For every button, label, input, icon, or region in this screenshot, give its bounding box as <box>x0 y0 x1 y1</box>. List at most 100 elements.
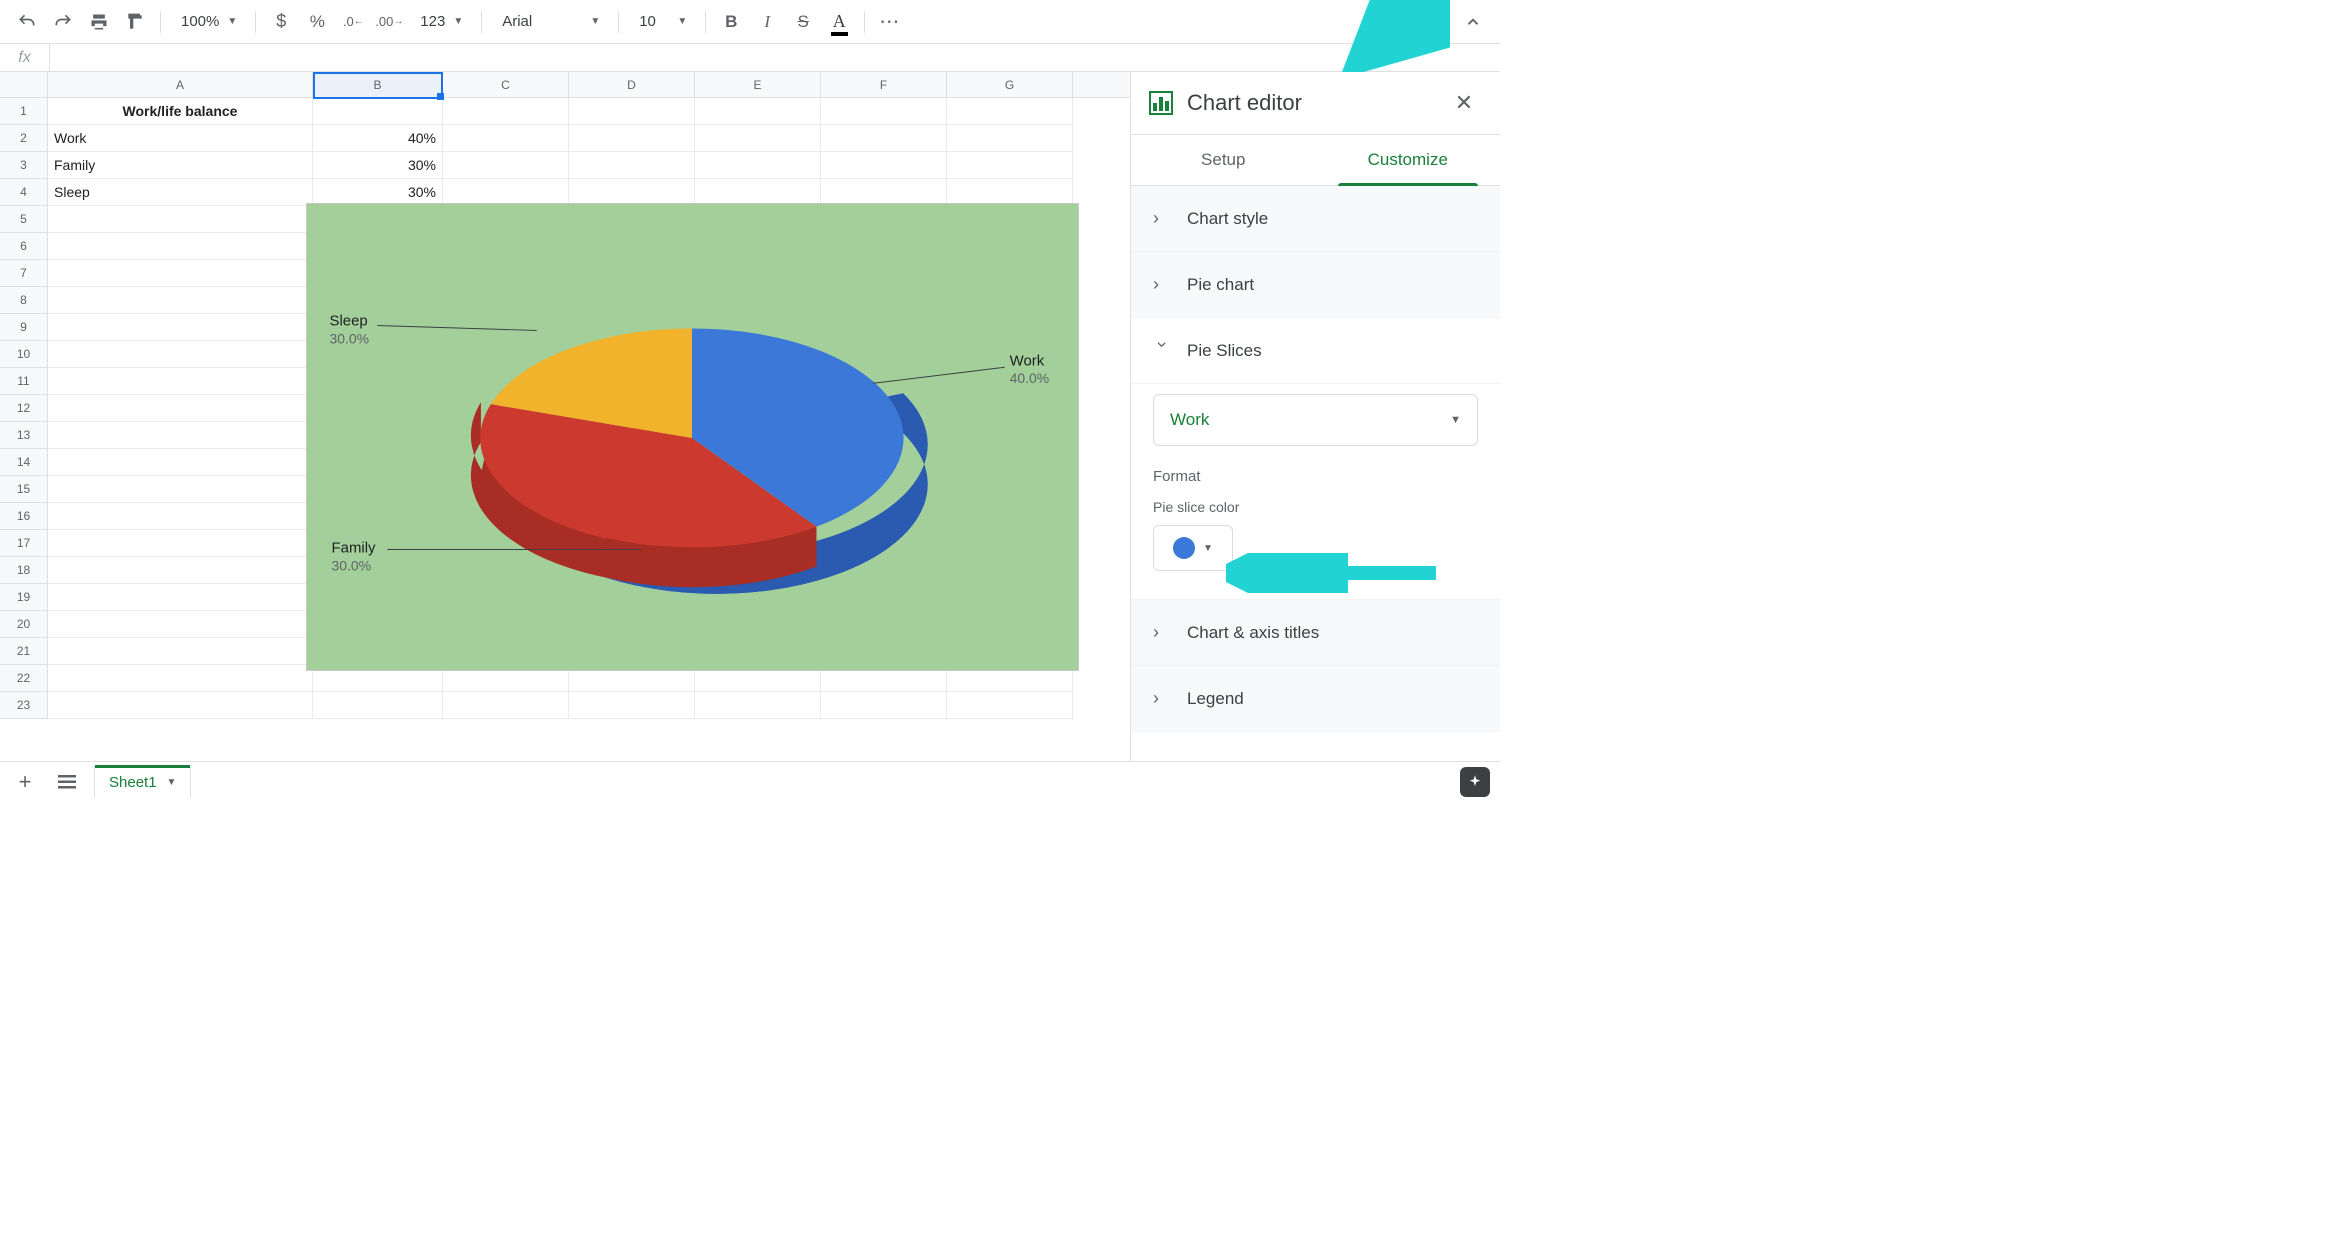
row-header[interactable]: 22 <box>0 665 48 692</box>
cell[interactable] <box>48 449 313 476</box>
cell[interactable] <box>695 179 821 206</box>
cell[interactable] <box>695 125 821 152</box>
cell[interactable]: Sleep <box>48 179 313 206</box>
cell[interactable] <box>821 179 947 206</box>
cell[interactable] <box>947 179 1073 206</box>
row-header[interactable]: 2 <box>0 125 48 152</box>
select-all-corner[interactable] <box>0 72 48 97</box>
cell[interactable] <box>821 125 947 152</box>
column-header[interactable]: C <box>443 72 569 97</box>
redo-button[interactable] <box>46 7 80 37</box>
row-header[interactable]: 18 <box>0 557 48 584</box>
cell[interactable]: Family <box>48 152 313 179</box>
tab-setup[interactable]: Setup <box>1131 135 1316 185</box>
row-header[interactable]: 23 <box>0 692 48 719</box>
cell[interactable] <box>48 314 313 341</box>
row-header[interactable]: 5 <box>0 206 48 233</box>
cell[interactable] <box>569 152 695 179</box>
cell[interactable] <box>821 98 947 125</box>
cell[interactable] <box>48 368 313 395</box>
cell[interactable] <box>947 125 1073 152</box>
section-pie-slices[interactable]: › Pie Slices <box>1131 318 1500 384</box>
row-header[interactable]: 4 <box>0 179 48 206</box>
cell[interactable] <box>695 98 821 125</box>
cell[interactable] <box>48 692 313 719</box>
section-pie-chart[interactable]: › Pie chart <box>1131 252 1500 318</box>
cell[interactable] <box>569 692 695 719</box>
close-button[interactable]: ✕ <box>1446 85 1482 121</box>
cell[interactable] <box>48 287 313 314</box>
column-header[interactable]: B <box>313 72 443 97</box>
cell[interactable]: 30% <box>313 179 443 206</box>
cell[interactable]: Work/life balance <box>48 98 313 125</box>
cell[interactable] <box>48 341 313 368</box>
row-header[interactable]: 11 <box>0 368 48 395</box>
column-header[interactable]: F <box>821 72 947 97</box>
cell[interactable] <box>569 98 695 125</box>
strikethrough-button[interactable]: S <box>786 7 820 37</box>
cell[interactable]: 40% <box>313 125 443 152</box>
percent-button[interactable]: % <box>300 7 334 37</box>
pie-chart-3d[interactable]: Work 40.0% Family 30.0% Sleep 30.0% <box>306 203 1079 671</box>
row-header[interactable]: 10 <box>0 341 48 368</box>
cell[interactable] <box>443 98 569 125</box>
cell[interactable] <box>821 692 947 719</box>
cell[interactable] <box>313 692 443 719</box>
cell[interactable] <box>313 98 443 125</box>
decrease-decimal-button[interactable]: .0← <box>336 7 370 37</box>
row-header[interactable]: 3 <box>0 152 48 179</box>
column-header[interactable]: G <box>947 72 1073 97</box>
currency-button[interactable]: $ <box>264 7 298 37</box>
add-sheet-button[interactable]: + <box>10 767 40 797</box>
cell[interactable] <box>569 179 695 206</box>
cell[interactable] <box>48 503 313 530</box>
cell[interactable] <box>695 692 821 719</box>
column-header[interactable]: E <box>695 72 821 97</box>
row-header[interactable]: 1 <box>0 98 48 125</box>
cell[interactable] <box>48 665 313 692</box>
cell[interactable] <box>48 638 313 665</box>
explore-button[interactable] <box>1460 767 1490 797</box>
cell[interactable] <box>443 692 569 719</box>
paint-format-button[interactable] <box>118 7 152 37</box>
bold-button[interactable]: B <box>714 7 748 37</box>
undo-button[interactable] <box>10 7 44 37</box>
cell[interactable] <box>48 584 313 611</box>
cell[interactable] <box>443 125 569 152</box>
collapse-toolbar-button[interactable] <box>1456 7 1490 37</box>
cell[interactable] <box>48 530 313 557</box>
print-button[interactable] <box>82 7 116 37</box>
row-header[interactable]: 15 <box>0 476 48 503</box>
cell[interactable] <box>48 476 313 503</box>
row-header[interactable]: 19 <box>0 584 48 611</box>
row-header[interactable]: 8 <box>0 287 48 314</box>
cell[interactable] <box>947 692 1073 719</box>
row-header[interactable]: 14 <box>0 449 48 476</box>
row-header[interactable]: 12 <box>0 395 48 422</box>
cell[interactable] <box>947 98 1073 125</box>
section-chart-axis-titles[interactable]: › Chart & axis titles <box>1131 600 1500 666</box>
text-color-button[interactable]: A <box>822 7 856 37</box>
formula-input[interactable] <box>50 44 1500 71</box>
section-chart-style[interactable]: › Chart style <box>1131 186 1500 252</box>
cell[interactable] <box>569 125 695 152</box>
slice-color-picker[interactable]: ▼ <box>1153 525 1233 571</box>
cell[interactable] <box>947 152 1073 179</box>
cell[interactable] <box>48 422 313 449</box>
tab-customize[interactable]: Customize <box>1316 135 1501 185</box>
row-header[interactable]: 7 <box>0 260 48 287</box>
cell[interactable] <box>48 611 313 638</box>
cell[interactable]: 30% <box>313 152 443 179</box>
cell[interactable] <box>695 152 821 179</box>
cell[interactable] <box>48 233 313 260</box>
cell[interactable] <box>443 152 569 179</box>
cell[interactable] <box>821 152 947 179</box>
increase-decimal-button[interactable]: .00→ <box>372 7 406 37</box>
font-size-select[interactable]: 10▼ <box>627 7 697 37</box>
row-header[interactable]: 16 <box>0 503 48 530</box>
cell[interactable] <box>48 557 313 584</box>
row-header[interactable]: 13 <box>0 422 48 449</box>
row-header[interactable]: 21 <box>0 638 48 665</box>
column-header[interactable]: D <box>569 72 695 97</box>
row-header[interactable]: 6 <box>0 233 48 260</box>
